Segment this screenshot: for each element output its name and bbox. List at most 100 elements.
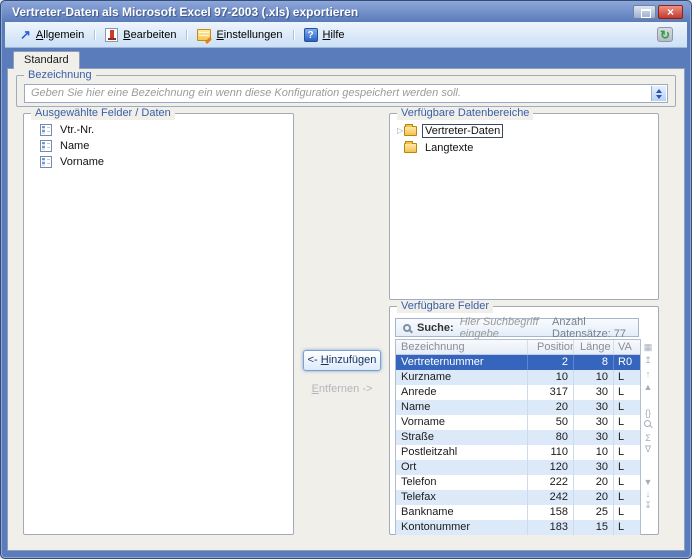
cell-bezeichnung: Name — [396, 400, 528, 415]
window-title: Vertreter-Daten als Microsoft Excel 97-2… — [12, 5, 359, 19]
table-row[interactable]: Ort 120 30 L — [396, 460, 640, 475]
move-down-icon[interactable]: ↓ — [641, 489, 655, 499]
table-row[interactable]: Kurzname 10 10 L — [396, 370, 640, 385]
cell-va: L — [618, 386, 625, 398]
cell-position: 80 — [528, 430, 574, 445]
table-field-icon — [40, 156, 52, 168]
toolbar-button-hilfe[interactable]: ? Hilfe — [297, 26, 352, 44]
remove-button[interactable]: Entfernen -> — [303, 381, 381, 397]
group-selected-fields-label: Ausgewählte Felder / Daten — [31, 107, 175, 120]
group-bezeichnung-label: Bezeichnung — [24, 69, 96, 82]
cell-va: L — [618, 401, 625, 413]
table-row[interactable]: Telefon 222 20 L — [396, 475, 640, 490]
search-input[interactable]: Hier Suchbegriff eingebe — [460, 316, 546, 340]
cell-position: 183 — [528, 520, 574, 535]
restore-button[interactable] — [633, 5, 656, 19]
move-bottom-icon[interactable]: ↧ — [641, 500, 655, 510]
table-row[interactable]: Anrede 317 30 L — [396, 385, 640, 400]
tab-standard[interactable]: Standard — [13, 51, 80, 69]
toolbar-separator — [292, 29, 294, 40]
group-data-areas: Verfügbare Datenbereiche ▷ Vertreter-Date… — [389, 107, 659, 300]
cell-va: L — [618, 476, 625, 488]
cell-laenge: 25 — [574, 505, 614, 520]
cell-laenge: 20 — [574, 475, 614, 490]
expand-arrow-icon[interactable]: ▷ — [392, 126, 404, 135]
cell-position: 2 — [528, 355, 574, 370]
cell-position: 20 — [528, 400, 574, 415]
group-available-fields: Verfügbare Felder Suche: Hier Suchbegrif… — [389, 300, 659, 535]
move-top-icon[interactable]: ↥ — [641, 355, 655, 365]
column-header-position[interactable]: Position — [528, 340, 574, 354]
list-item[interactable]: Name — [26, 138, 291, 154]
table-row[interactable]: Name 20 30 L — [396, 400, 640, 415]
title-bar[interactable]: Vertreter-Daten als Microsoft Excel 97-2… — [2, 2, 690, 22]
cell-va: R0 — [618, 356, 633, 368]
table-row[interactable]: Vertreternummer 2 8 R0 — [396, 355, 640, 370]
table-row[interactable]: Vorname 50 30 L — [396, 415, 640, 430]
cell-laenge: 30 — [574, 385, 614, 400]
column-header-laenge[interactable]: Länge — [574, 340, 614, 354]
cell-position: 317 — [528, 385, 574, 400]
search-bar[interactable]: Suche: Hier Suchbegriff eingebe Anzahl D… — [395, 315, 639, 340]
toolbar-button-einstellungen[interactable]: Einstellungen — [190, 27, 289, 43]
list-item[interactable]: Vtr.-Nr. — [26, 122, 291, 138]
record-count: Anzahl Datensätze: 77 — [552, 315, 627, 340]
combobox-dropdown-button[interactable] — [651, 86, 666, 101]
remove-button-rest: ntfernen -> — [318, 383, 373, 395]
tree-item[interactable]: Langtexte — [392, 139, 656, 156]
cell-va: L — [618, 506, 625, 518]
table-body: Vertreternummer 2 8 R0 Kurzname 10 10 L Anrede 31… — [396, 355, 640, 535]
filter-icon[interactable]: ∇ — [641, 444, 655, 454]
search-row-icon[interactable] — [644, 420, 651, 427]
bezeichnung-combobox[interactable]: Geben Sie hier eine Bezeichnung ein wenn… — [24, 84, 668, 103]
column-chooser-icon[interactable]: ▦ — [641, 342, 655, 352]
cell-position: 50 — [528, 415, 574, 430]
toolbar-button-label: Bearbeiten — [123, 28, 177, 41]
table-row[interactable]: Straße 80 30 L — [396, 430, 640, 445]
table-row[interactable]: Postleitzahl 110 10 L — [396, 445, 640, 460]
table-field-icon — [40, 140, 52, 152]
cell-bezeichnung: Telefax — [396, 490, 528, 505]
bezeichnung-placeholder: Geben Sie hier eine Bezeichnung ein wenn… — [31, 87, 461, 99]
cell-va: L — [618, 491, 625, 503]
toolbar-items: ↗ Allgemein Bearbeiten Einstellungen ? Hilfe — [13, 26, 352, 44]
toolbar-button-allgemein[interactable]: ↗ Allgemein — [13, 26, 91, 43]
einstellungen-icon — [197, 28, 212, 41]
cell-va: L — [618, 446, 625, 458]
table-row[interactable]: Kontonummer 183 15 L — [396, 520, 640, 535]
folder-icon — [404, 123, 417, 136]
table-header-row: Bezeichnung Position Länge VA — [396, 340, 640, 355]
column-header-va[interactable]: VA — [614, 340, 640, 354]
cell-laenge: 30 — [574, 415, 614, 430]
add-button[interactable]: <- Hinzufügen — [303, 350, 381, 371]
cell-position: 242 — [528, 490, 574, 505]
table-navigator: ▦ ↥ ↑ ▲ {} Σ ∇ ▼ ↓ ↧ — [641, 339, 655, 530]
scroll-down-icon[interactable]: ▼ — [641, 477, 655, 487]
tree-item[interactable]: ▷ Vertreter-Daten — [392, 122, 656, 139]
cell-laenge: 15 — [574, 520, 614, 535]
cell-position: 158 — [528, 505, 574, 520]
sum-icon[interactable]: Σ — [641, 433, 655, 443]
brackets-icon[interactable]: {} — [641, 408, 655, 418]
table-row[interactable]: Bankname 158 25 L — [396, 505, 640, 520]
scroll-up-icon[interactable]: ▲ — [641, 382, 655, 392]
column-header-bezeichnung[interactable]: Bezeichnung — [396, 340, 528, 354]
toolbar: ↗ Allgemein Bearbeiten Einstellungen? Hilfe … — [5, 22, 687, 48]
close-button[interactable]: × — [658, 5, 683, 19]
data-areas-tree: ▷ Vertreter-Daten Langtexte — [392, 122, 656, 297]
cell-va: L — [618, 371, 625, 383]
add-button-rest: inzufügen — [328, 354, 377, 366]
refresh-icon[interactable]: ↻ — [657, 26, 673, 42]
cell-bezeichnung: Kurzname — [396, 370, 528, 385]
move-up-icon[interactable]: ↑ — [641, 369, 655, 379]
group-selected-fields: Ausgewählte Felder / Daten Vtr.-Nr. Name V… — [23, 107, 294, 535]
add-button-accel: H — [320, 354, 329, 366]
list-item[interactable]: Vorname — [26, 154, 291, 170]
toolbar-button-bearbeiten[interactable]: Bearbeiten — [98, 26, 183, 44]
cell-bezeichnung: Bankname — [396, 505, 528, 520]
bearbeiten-icon — [105, 27, 119, 42]
toolbar-button-label: Einstellungen — [216, 28, 283, 41]
table-row[interactable]: Telefax 242 20 L — [396, 490, 640, 505]
toolbar-right: ↻ — [657, 26, 673, 44]
table-field-icon — [40, 124, 52, 136]
